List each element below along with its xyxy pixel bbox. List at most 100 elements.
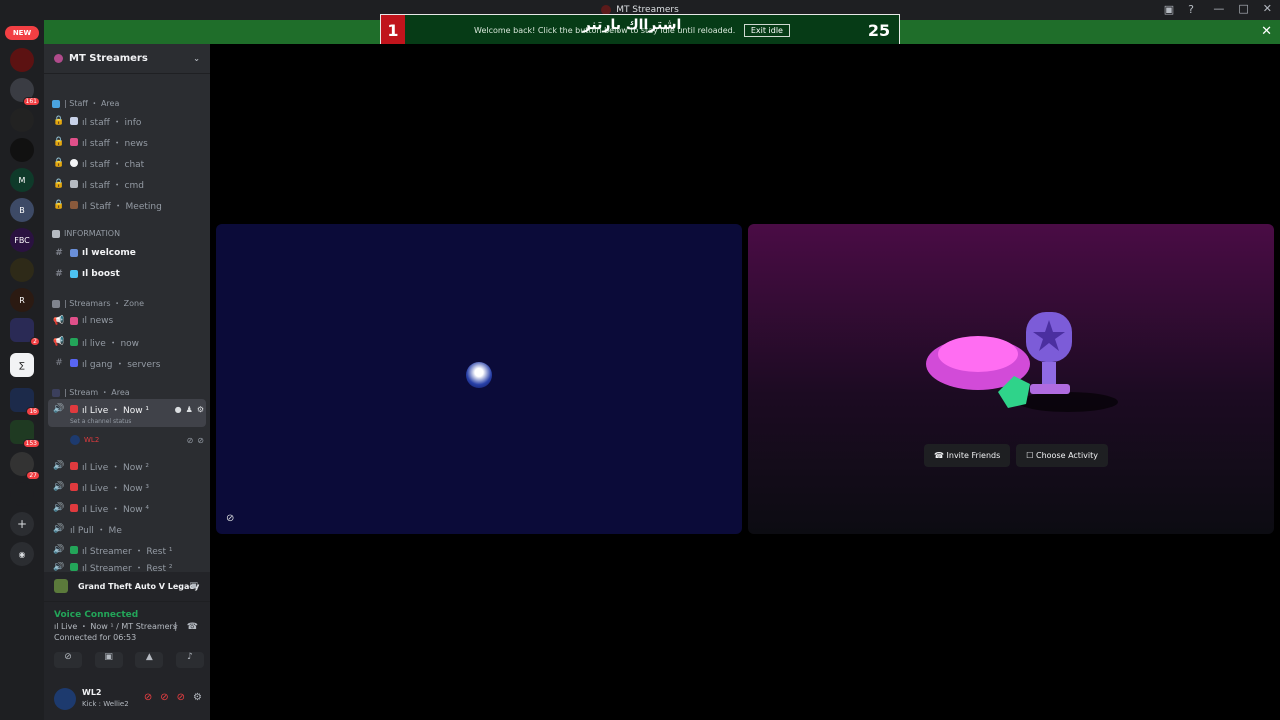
live-dot-icon [70,462,78,470]
mic-muted-icon[interactable]: ⊘ [144,692,152,703]
server-folder[interactable]: 16 [10,388,40,416]
overlay-arabic-text: اشترااك بارتنر [582,16,682,33]
category-staff[interactable]: | Staff ・ Area [52,98,119,109]
server-icon[interactable]: R [10,288,34,312]
voice-channel-live-now-2[interactable]: 🔊 ıl Live ・ Now ² [52,457,204,475]
server-list: NEW 161 M B FBC R 2 ∑ 16 153 27 + ◉ [0,20,44,720]
activity-tile: ☎ Invite Friends ☐ Choose Activity [748,224,1274,534]
screen-share-icon[interactable]: ▣ [1164,3,1174,16]
live-dot-icon [70,405,78,413]
category-streamers[interactable]: | Streamars ・ Zone [52,298,144,309]
minimize-button[interactable]: — [1213,2,1224,15]
add-server-icon[interactable]: + [10,512,34,536]
choose-activity-label: Choose Activity [1036,451,1098,460]
category-information[interactable]: INFORMATION [52,229,120,238]
help-icon[interactable]: ? [1188,3,1194,16]
chat-icon[interactable]: ● [175,405,182,414]
chevron-down-icon[interactable]: ⌄ [193,54,200,63]
gear-icon[interactable]: ⚙ [193,692,202,703]
status-dot-icon [70,546,78,554]
game-icon [54,579,68,593]
close-notice-icon[interactable]: ✕ [1261,24,1272,39]
server-label: B [19,205,25,215]
noise-suppression-icon[interactable]: ∤ [174,622,179,632]
current-user[interactable]: WL2 Kick : Wellie2 ⊘ ⊘ ⊘ ⚙ [44,682,210,720]
headphones-muted-icon[interactable]: ⊘ [160,692,168,703]
mention-badge: 2 [30,337,40,346]
channel-emoji-icon [70,359,78,367]
chat-bubble-icon [70,159,78,167]
participant-tile[interactable]: ⊘ [216,224,742,534]
close-button[interactable]: ✕ [1263,2,1272,15]
invite-friends-button[interactable]: ☎ Invite Friends [924,444,1011,467]
channel-status[interactable]: Set a channel status [70,418,131,425]
mention-badge: 16 [26,407,40,416]
server-folder[interactable]: 2 [10,318,40,346]
guild-header[interactable]: MT Streamers ⌄ [44,44,210,74]
maximize-button[interactable]: □ [1238,2,1248,15]
choose-activity-button[interactable]: ☐ Choose Activity [1016,444,1108,467]
channel-news[interactable]: 📢 ıl news [52,312,204,330]
server-icon[interactable] [10,482,34,506]
channel-staff-meeting[interactable]: 🔒 ıl Staff ・ Meeting [52,196,204,214]
screen-share-icon[interactable]: ▣ [94,652,123,668]
server-icon[interactable]: ∑ [10,353,34,377]
hash-icon: # [55,248,63,258]
server-icon[interactable] [10,108,34,132]
mic-muted-icon: ⊘ [226,513,235,524]
server-icon[interactable]: 161 [10,78,40,106]
server-icon[interactable] [10,258,34,282]
speaker-icon: 🔊 [53,482,65,492]
server-icon[interactable]: 27 [10,452,40,480]
camera-muted-icon[interactable]: ⊘ [177,692,185,703]
voice-channel-live-now-3[interactable]: 🔊 ıl Live ・ Now ³ [52,478,204,496]
invite-icon[interactable]: ♟ [186,405,193,414]
game-activity[interactable]: Grand Theft Auto V Legacy ▣ [44,572,210,602]
disconnect-icon[interactable]: ☎ [187,622,198,632]
server-icon[interactable]: FBC [10,228,34,252]
voice-channel-pull-me[interactable]: 🔊 ıl Pull ・ Me [52,520,204,538]
channel-gang-servers[interactable]: # ıl gang ・ servers [52,354,204,372]
server-label: R [19,295,25,305]
counter-right: 25 [867,20,891,40]
channel-staff-info[interactable]: 🔒 ıl staff ・ info [52,112,204,130]
server-icon[interactable]: M [10,168,34,192]
channel-staff-cmd[interactable]: 🔒 ıl staff ・ cmd [52,175,204,193]
channel-staff-news[interactable]: 🔒 ıl staff ・ news [52,133,204,151]
voice-user-wl2[interactable]: WL2 ⊘ ⊘ [66,431,204,449]
server-folder[interactable]: 153 [10,420,40,448]
voice-channel-live-now-1[interactable]: 🔊 ıl Live ・ Now ¹ ● ♟ ⚙ [52,400,204,418]
channel-label: ıl live ・ now [82,338,140,349]
voice-channel-live-now-4[interactable]: 🔊 ıl Live ・ Now ⁴ [52,499,204,517]
channel-label: ıl Streamer ・ Rest ¹ [82,546,173,557]
channel-boost[interactable]: # ıl boost [52,265,204,283]
channel-emoji-icon [70,317,78,325]
category-stream[interactable]: | Stream ・ Area [52,387,130,398]
deafened-icon: ⊘ [197,435,204,445]
channel-emoji-icon [70,117,78,125]
channel-welcome[interactable]: # ıl welcome [52,244,204,262]
activity-icon[interactable]: ▲ [135,652,164,668]
server-icon[interactable] [10,48,34,72]
discover-icon[interactable]: ◉ [10,542,34,566]
server-icon[interactable]: B [10,198,34,222]
voice-connection-status: Voice Connected ıl Live ・ Now ¹ / MT Str… [54,610,177,642]
channel-live-now[interactable]: 📢 ıl live ・ now [52,333,204,351]
channel-staff-chat[interactable]: 🔒 ıl staff ・ chat [52,154,204,172]
voice-channel-rest-2[interactable]: 🔊 ıl Streamer ・ Rest ² [52,562,204,572]
speaker-icon: 🔊 [53,404,65,414]
server-label: M [18,175,26,185]
voice-channel-rest-1[interactable]: 🔊 ıl Streamer ・ Rest ¹ [52,541,204,559]
game-overlay-icon[interactable]: ▣ [189,581,198,591]
voice-channel-path[interactable]: ıl Live ・ Now ¹ / MT Streamers [54,621,177,632]
counter-left: 1 [381,15,405,45]
server-icon[interactable] [10,138,34,162]
category-label: | Stream ・ Area [64,388,130,397]
camera-off-icon[interactable]: ⊘ [54,652,82,668]
voice-connected-label[interactable]: Voice Connected [54,610,177,620]
soundboard-icon[interactable]: ♪ [175,652,204,668]
gear-icon[interactable]: ⚙ [197,405,204,414]
channel-label: ıl Live ・ Now ⁴ [82,504,150,515]
voice-stage: ⊘ ☎ Invite Friends ☐ Choose Activity [210,44,1280,720]
lock-icon: 🔒 [53,137,65,147]
